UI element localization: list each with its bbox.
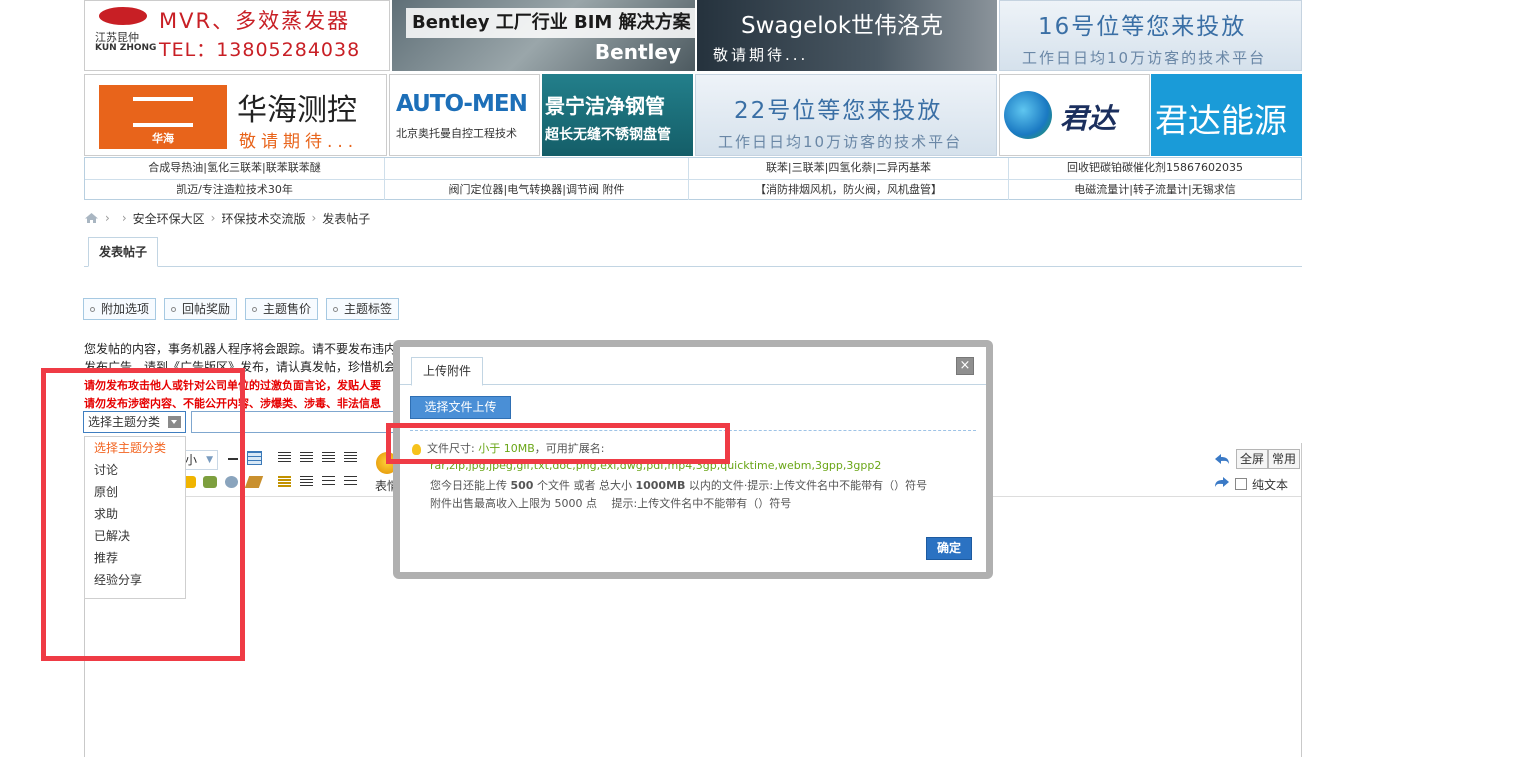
ad-swagelok[interactable]: Swagelok世伟洛克 敬请期待... (697, 0, 997, 71)
text-link[interactable]: 【消防排烟风机，防火阀，风机盘管】 (689, 180, 1009, 200)
bullet-icon (252, 307, 257, 312)
tab-upload-attachment[interactable]: 上传附件 (411, 357, 483, 386)
ad-title: 16号位等您来投放 (1038, 14, 1247, 40)
ad-title: MVR、多效蒸发器 (159, 9, 351, 33)
ad-title: 22号位等您来投放 (734, 98, 943, 124)
breadcrumb-item: 发表帖子 (322, 211, 371, 226)
attachment-income-limit: 附件出售最高收入上限为 5000 点 提示:上传文件名中不能带有（）符号 (430, 497, 792, 510)
bullet-icon (171, 307, 176, 312)
ad-title: 华海测控 (237, 93, 357, 128)
upload-quota: 您今日还能上传 500 个文件 或者 总大小 1000MB 以内的文件·提示:上… (430, 477, 927, 493)
kunzhong-brand-en: KUN ZHONG (95, 43, 157, 53)
tab-divider (84, 266, 1302, 267)
link-row: 凯迈/专注造粒技术30年 阀门定位器|电气转换器|调节阀 附件 【消防排烟风机，… (85, 179, 1301, 200)
common-button[interactable]: 常用 (1268, 449, 1301, 469)
fullscreen-button[interactable]: 全屏 (1236, 449, 1269, 469)
ad-subtitle: 北京奥托曼自控工程技术 (396, 127, 517, 140)
ad-title: Bentley 工厂行业 BIM 解决方案 (406, 8, 695, 38)
float-left-icon[interactable] (278, 476, 291, 488)
text-link[interactable] (385, 158, 689, 179)
ad-mvr-evaporator[interactable]: 江苏昆仲 KUN ZHONG MVR、多效蒸发器 TEL：13805284038 (84, 0, 390, 71)
bullet-icon (90, 307, 95, 312)
ad-slot-16[interactable]: 16号位等您来投放 工作日日均10万访客的技术平台 (999, 0, 1302, 71)
button-label: 主题标签 (344, 302, 393, 316)
confirm-button[interactable]: 确定 (926, 537, 972, 560)
ad-subtitle: 敬请期待... (713, 46, 809, 64)
quota-count: 500 (510, 479, 534, 492)
quota-size: 1000MB (635, 479, 686, 492)
bullet-icon (333, 307, 338, 312)
highlight-box-thread-type (41, 368, 245, 661)
text-link[interactable]: 联苯|三联苯|四氢化萘|二异丙基苯 (689, 158, 1009, 179)
breadcrumb-separator: › (210, 211, 216, 225)
ad-subtitle: 工作日日均10万访客的技术平台 (718, 133, 963, 151)
ordered-list-icon[interactable] (322, 476, 335, 488)
thread-price-button[interactable]: 主题售价 (245, 298, 319, 320)
huahai-logo-text: 华海 (152, 132, 174, 145)
close-icon[interactable]: × (956, 357, 974, 375)
tab-new-post[interactable]: 发表帖子 (88, 237, 158, 267)
quota-text: 个文件 或者 总大小 (536, 479, 632, 492)
notice-tracking: 您发帖的内容，事务机器人程序将会跟踪。请不要发布违内容 (84, 342, 409, 356)
breadcrumb-separator: › (311, 211, 317, 225)
link-row: 合成导热油|氢化三联苯|联苯联苯醚 联苯|三联苯|四氢化萘|二异丙基苯 回收钯碳… (85, 158, 1301, 179)
reply-reward-button[interactable]: 回帖奖励 (164, 298, 238, 320)
redo-icon[interactable] (1214, 476, 1230, 488)
plain-text-label: 纯文本 (1252, 478, 1289, 492)
justify-icon[interactable] (344, 452, 357, 464)
ad-title: 景宁洁净钢管 (545, 94, 665, 118)
highlight-box-file-size (386, 423, 730, 464)
ad-bentley[interactable]: Bentley 工厂行业 BIM 解决方案 Bentley (392, 0, 695, 71)
redo-arrow-icon (1215, 477, 1229, 487)
ad-title: AUTO-MEN (396, 91, 528, 117)
text-link-table: 合成导热油|氢化三联苯|联苯联苯醚 联苯|三联苯|四氢化萘|二异丙基苯 回收钯碳… (84, 157, 1302, 200)
quota-text: 以内的文件·提示:上传文件名中不能带有（）符号 (688, 479, 928, 492)
align-right-icon[interactable] (322, 452, 335, 464)
unordered-list-icon[interactable] (344, 476, 357, 488)
ad-junda-logo[interactable]: 君达 (999, 74, 1150, 156)
ad-title: 君达 (1060, 102, 1117, 135)
text-link[interactable]: 回收钯碳铂碳催化剂15867602035 (1009, 158, 1301, 179)
ad-slot-22[interactable]: 22号位等您来投放 工作日日均10万访客的技术平台 (695, 74, 997, 156)
ad-phone: TEL：13805284038 (159, 39, 361, 61)
ad-automen[interactable]: AUTO-MEN 北京奥托曼自控工程技术 (389, 74, 540, 156)
ad-subtitle: 工作日日均10万访客的技术平台 (1022, 49, 1267, 67)
ad-subtitle: 敬请期待... (239, 132, 359, 152)
ad-huahai[interactable]: 华海 华海测控 敬请期待... (84, 74, 387, 156)
ad-junda-energy[interactable]: 君达能源 (1151, 74, 1302, 156)
breadcrumb-item[interactable]: 环保技术交流版 (221, 210, 305, 227)
text-link[interactable]: 合成导热油|氢化三联苯|联苯联苯醚 (85, 158, 385, 179)
text-link[interactable]: 阀门定位器|电气转换器|调节阀 附件 (385, 180, 689, 200)
breadcrumb-item[interactable]: 安全环保大区 (133, 210, 205, 227)
kunzhong-logo-icon (99, 7, 147, 25)
thread-tags-button[interactable]: 主题标签 (326, 298, 400, 320)
breadcrumb-separator: › (121, 211, 127, 225)
home-icon[interactable] (84, 212, 99, 224)
breadcrumb-separator: › (105, 211, 110, 225)
junda-logo-icon (1004, 91, 1052, 139)
plain-text-checkbox[interactable] (1235, 478, 1247, 490)
button-label: 回帖奖励 (182, 302, 231, 316)
button-label: 附加选项 (101, 302, 150, 316)
button-label: 主题售价 (263, 302, 312, 316)
ad-jingning[interactable]: 景宁洁净钢管 超长无缝不锈钢盘管 (542, 74, 693, 156)
undo-arrow-icon (1215, 454, 1229, 464)
huahai-logo: 华海 (99, 85, 227, 149)
breadcrumb: › › 安全环保大区 › 环保技术交流版 › 发表帖子 (84, 210, 370, 226)
float-right-icon[interactable] (300, 476, 313, 488)
undo-icon[interactable] (1214, 453, 1230, 465)
bentley-logo: Bentley (594, 40, 681, 64)
dialog-header (400, 347, 986, 385)
extra-options-button[interactable]: 附加选项 (83, 298, 157, 320)
select-file-upload-button[interactable]: 选择文件上传 (410, 396, 511, 419)
table-icon[interactable] (247, 451, 262, 465)
align-center-icon[interactable] (300, 452, 313, 464)
text-link[interactable]: 电磁流量计|转子流量计|无锡求信 (1009, 180, 1301, 200)
quota-text: 您今日还能上传 (430, 479, 507, 492)
ad-subtitle: 超长无缝不锈钢盘管 (545, 127, 671, 143)
ad-title: Swagelok世伟洛克 (741, 13, 944, 39)
text-link[interactable]: 凯迈/专注造粒技术30年 (85, 180, 385, 200)
align-left-icon[interactable] (278, 452, 291, 464)
ad-title: 君达能源 (1155, 101, 1287, 140)
